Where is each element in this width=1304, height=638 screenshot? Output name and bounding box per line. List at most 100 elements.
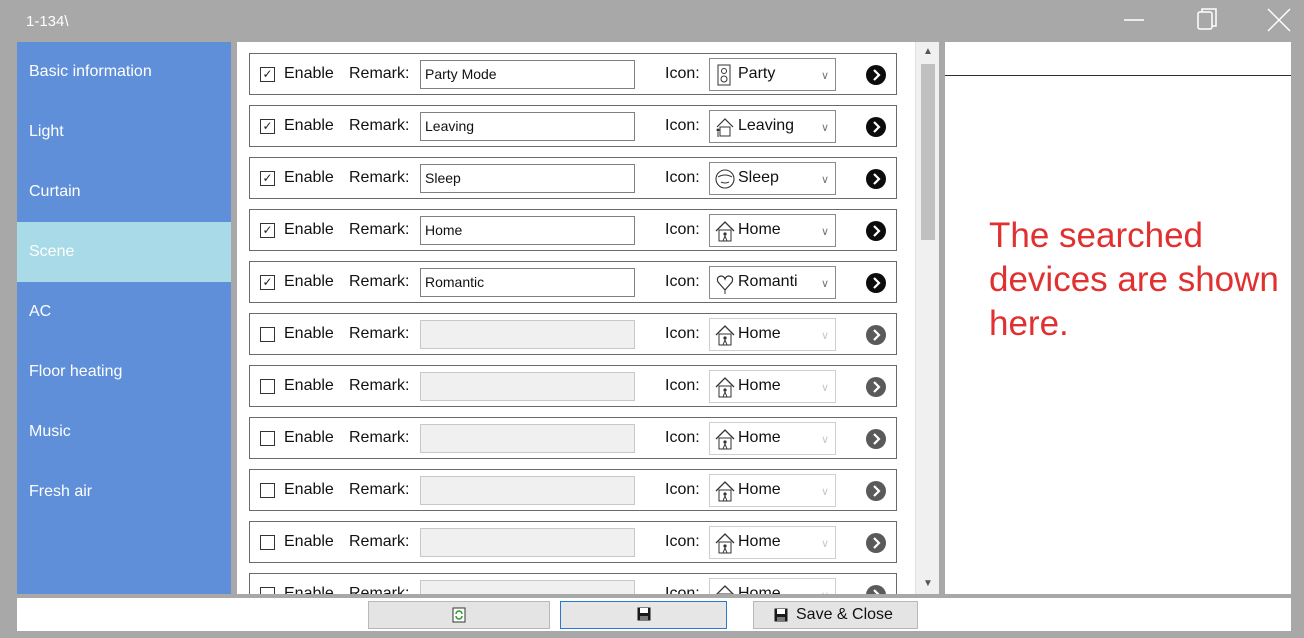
enable-checkbox[interactable] bbox=[260, 535, 275, 550]
sidebar-item-curtain[interactable]: Curtain bbox=[17, 162, 231, 222]
chevron-down-icon: ∨ bbox=[821, 589, 829, 594]
close-button[interactable] bbox=[1256, 5, 1300, 35]
enable-checkbox[interactable]: ✓ bbox=[260, 275, 275, 290]
chevron-right-icon bbox=[873, 69, 881, 81]
sidebar-item-ac[interactable]: AC bbox=[17, 282, 231, 342]
enable-label: Enable bbox=[284, 377, 334, 394]
remark-label: Remark: bbox=[349, 585, 410, 594]
remark-input[interactable] bbox=[420, 424, 635, 453]
icon-select-value: Home bbox=[738, 429, 781, 446]
romantic-icon bbox=[716, 275, 734, 294]
close-icon bbox=[1267, 8, 1291, 32]
sidebar-item-music[interactable]: Music bbox=[17, 402, 231, 462]
remark-input[interactable]: Leaving bbox=[420, 112, 635, 141]
enable-checkbox[interactable]: ✓ bbox=[260, 67, 275, 82]
remark-input[interactable] bbox=[420, 320, 635, 349]
remark-label: Remark: bbox=[349, 169, 410, 186]
enable-checkbox[interactable] bbox=[260, 483, 275, 498]
refresh-icon bbox=[452, 607, 466, 623]
minimize-icon bbox=[1124, 19, 1144, 21]
scene-detail-button[interactable] bbox=[866, 221, 886, 241]
chevron-right-icon bbox=[873, 589, 880, 594]
save-and-close-button[interactable]: Save & Close bbox=[753, 601, 918, 629]
enable-checkbox[interactable]: ✓ bbox=[260, 223, 275, 238]
icon-label: Icon: bbox=[665, 585, 700, 594]
enable-checkbox[interactable]: ✓ bbox=[260, 171, 275, 186]
remark-label: Remark: bbox=[349, 273, 410, 290]
save-button[interactable] bbox=[560, 601, 727, 629]
icon-select[interactable]: Home ∨ bbox=[709, 214, 836, 247]
scroll-up-icon[interactable]: ▲ bbox=[916, 42, 939, 62]
maximize-button[interactable] bbox=[1186, 5, 1230, 35]
chevron-down-icon: ∨ bbox=[820, 70, 829, 82]
sidebar: Basic information Light Curtain Scene AC… bbox=[17, 42, 231, 594]
remark-input[interactable]: Sleep bbox=[420, 164, 635, 193]
scene-row: ✓ Enable Remark: Home Icon: Home ∨ bbox=[249, 209, 897, 251]
icon-select-value: Leaving bbox=[738, 117, 795, 134]
scene-detail-button[interactable] bbox=[866, 169, 886, 189]
icon-select[interactable]: Home ∨ bbox=[709, 474, 836, 507]
scene-detail-button[interactable] bbox=[866, 273, 886, 293]
scene-detail-button[interactable] bbox=[866, 533, 886, 553]
icon-select-value: Home bbox=[738, 585, 781, 594]
sidebar-item-floor-heating[interactable]: Floor heating bbox=[17, 342, 231, 402]
enable-checkbox[interactable]: ✓ bbox=[260, 119, 275, 134]
icon-select-value: Home bbox=[738, 377, 781, 394]
chevron-down-icon: ∨ bbox=[820, 434, 829, 446]
home-icon bbox=[715, 533, 735, 554]
enable-checkbox[interactable] bbox=[260, 327, 275, 342]
icon-label: Icon: bbox=[665, 273, 700, 290]
remark-label: Remark: bbox=[349, 429, 410, 446]
scene-row: Enable Remark: Icon: Home ∨ bbox=[249, 365, 897, 407]
scene-detail-button[interactable] bbox=[866, 429, 886, 449]
enable-label: Enable bbox=[284, 481, 334, 498]
remark-input[interactable] bbox=[420, 372, 635, 401]
scroll-down-icon[interactable]: ▼ bbox=[916, 574, 939, 594]
enable-checkbox[interactable] bbox=[260, 587, 275, 594]
icon-select[interactable]: Leaving ∨ bbox=[709, 110, 836, 143]
icon-select[interactable]: Romanti ∨ bbox=[709, 266, 836, 299]
scene-detail-button[interactable] bbox=[866, 325, 886, 345]
scene-detail-button[interactable] bbox=[866, 585, 886, 594]
sidebar-item-fresh-air[interactable]: Fresh air bbox=[17, 462, 231, 522]
sidebar-item-scene[interactable]: Scene bbox=[17, 222, 231, 282]
refresh-button[interactable] bbox=[368, 601, 550, 629]
remark-label: Remark: bbox=[349, 221, 410, 238]
scene-detail-button[interactable] bbox=[866, 481, 886, 501]
icon-select[interactable]: Home ∨ bbox=[709, 578, 836, 594]
icon-select[interactable]: Home ∨ bbox=[709, 526, 836, 559]
scroll-thumb[interactable] bbox=[921, 64, 935, 240]
icon-label: Icon: bbox=[665, 533, 700, 550]
scrollbar[interactable]: ▲ ▼ bbox=[915, 42, 939, 594]
scene-detail-button[interactable] bbox=[866, 117, 886, 137]
icon-select[interactable]: Sleep ∨ bbox=[709, 162, 836, 195]
chevron-right-icon bbox=[873, 485, 881, 497]
enable-label: Enable bbox=[284, 585, 334, 594]
icon-select[interactable]: Party ∨ bbox=[709, 58, 836, 91]
enable-checkbox[interactable] bbox=[260, 431, 275, 446]
icon-select[interactable]: Home ∨ bbox=[709, 318, 836, 351]
remark-input[interactable] bbox=[420, 476, 635, 505]
icon-label: Icon: bbox=[665, 117, 700, 134]
remark-input[interactable] bbox=[420, 580, 635, 594]
enable-checkbox[interactable] bbox=[260, 379, 275, 394]
remark-input[interactable]: Party Mode bbox=[420, 60, 635, 89]
scene-detail-button[interactable] bbox=[866, 377, 886, 397]
remark-input[interactable]: Home bbox=[420, 216, 635, 245]
party-icon bbox=[717, 64, 731, 86]
chevron-right-icon bbox=[873, 329, 881, 341]
icon-label: Icon: bbox=[665, 377, 700, 394]
scene-row: Enable Remark: Icon: Home ∨ bbox=[249, 573, 897, 594]
icon-select-value: Home bbox=[738, 325, 781, 342]
chevron-down-icon: ∨ bbox=[820, 382, 829, 394]
minimize-button[interactable] bbox=[1112, 5, 1156, 35]
icon-select[interactable]: Home ∨ bbox=[709, 370, 836, 403]
icon-label: Icon: bbox=[665, 481, 700, 498]
remark-input[interactable]: Romantic bbox=[420, 268, 635, 297]
title-bar: 1-134\ bbox=[0, 0, 1304, 40]
scene-detail-button[interactable] bbox=[866, 65, 886, 85]
sidebar-item-basic-information[interactable]: Basic information bbox=[17, 42, 231, 102]
sidebar-item-light[interactable]: Light bbox=[17, 102, 231, 162]
remark-input[interactable] bbox=[420, 528, 635, 557]
icon-select[interactable]: Home ∨ bbox=[709, 422, 836, 455]
